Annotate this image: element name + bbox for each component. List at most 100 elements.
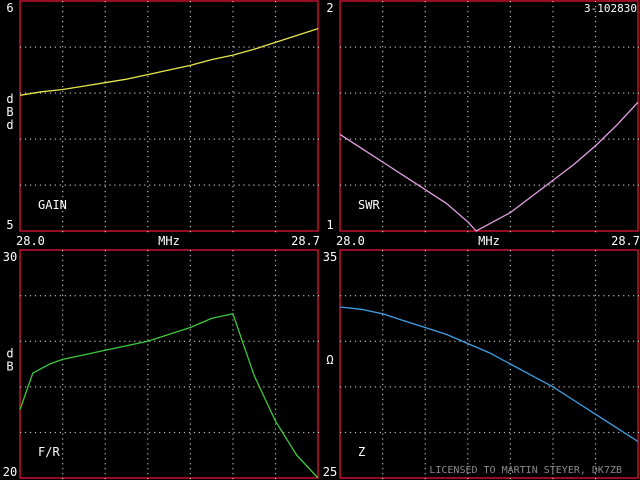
grid-dot (189, 259, 191, 262)
grid-dot (213, 431, 215, 434)
grid-dot (147, 269, 149, 272)
grid-dot (203, 295, 205, 297)
grid-dot (147, 433, 149, 435)
grid-dot (189, 1, 191, 3)
grid-dot (274, 21, 277, 23)
grid-dot (509, 448, 511, 450)
grid-dot (124, 431, 126, 434)
grid-dot (509, 201, 511, 203)
grid-dot (552, 151, 554, 153)
grid-dot (104, 309, 106, 311)
grid-dot (469, 184, 471, 186)
grid-dot (603, 92, 605, 94)
grid-dot (594, 408, 597, 410)
grid-dot (62, 364, 64, 366)
grid-dot (189, 423, 191, 425)
grid-dot (62, 428, 64, 430)
grid-dot (552, 433, 554, 435)
grid-dot (509, 56, 511, 58)
grid-dot (509, 11, 511, 13)
y-axis-unit-letter: B (6, 105, 13, 119)
grid-dot (552, 191, 554, 193)
grid-dot (104, 433, 106, 435)
grid-dot (144, 138, 146, 140)
grid-dot (459, 295, 461, 297)
grid-dot (119, 431, 121, 434)
grid-dot (69, 138, 71, 140)
grid-dot (159, 184, 161, 186)
grid-dot (503, 138, 506, 140)
grid-dot (288, 138, 290, 140)
grid-dot (558, 340, 560, 342)
grid-dot (308, 295, 310, 297)
grid-dot (144, 184, 146, 186)
grid-dot (104, 191, 106, 193)
grid-dot (243, 340, 245, 342)
grid-dot (594, 368, 597, 371)
grid-dot (434, 295, 436, 297)
grid-dot (318, 92, 320, 94)
grid-dot (382, 299, 384, 301)
grid-dot (509, 161, 511, 163)
grid-dot (419, 340, 421, 342)
grid-dot (104, 324, 106, 326)
grid-dot (578, 386, 580, 388)
grid-dot (74, 46, 76, 48)
grid-dot (274, 334, 277, 336)
grid-dot (274, 259, 277, 262)
grid-dot (147, 383, 149, 386)
grid-dot (623, 295, 625, 297)
grid-dot (404, 295, 406, 297)
grid-dot (274, 393, 277, 395)
grid-dot (34, 184, 37, 186)
grid-dot (538, 386, 540, 388)
grid-dot (104, 443, 106, 445)
grid-dot (344, 92, 347, 94)
grid-dot (509, 196, 511, 198)
grid-dot (62, 101, 64, 103)
grid-dot (467, 76, 469, 78)
grid-dot (233, 386, 235, 388)
grid-dot (638, 340, 640, 342)
grid-dot (359, 46, 362, 48)
grid-dot (313, 340, 315, 342)
grid-dot (382, 403, 384, 405)
grid-dot (119, 46, 121, 48)
grid-dot (344, 46, 347, 48)
grid-dot (283, 295, 285, 297)
grid-dot (467, 26, 469, 28)
grid-dot (189, 156, 191, 158)
grid-dot (552, 364, 554, 366)
grid-dot (154, 386, 156, 388)
grid-dot (509, 166, 511, 168)
grid-dot (424, 339, 426, 341)
grid-dot (552, 231, 554, 233)
grid-dot (203, 138, 205, 140)
grid-dot (594, 26, 597, 28)
grid-dot (134, 92, 136, 94)
grid-dot (208, 295, 210, 297)
grid-dot (552, 398, 554, 400)
grid-dot (154, 431, 156, 434)
grid-dot (99, 431, 101, 434)
grid-dot (232, 41, 234, 43)
grid-dot (424, 478, 426, 480)
grid-dot (509, 289, 511, 291)
grid-dot (109, 386, 111, 388)
grid-dot (232, 453, 234, 455)
y-axis-unit-letter: B (6, 360, 13, 374)
grid-dot (129, 138, 131, 140)
grid-dot (189, 171, 191, 173)
grid-dot (424, 106, 426, 108)
grid-dot (104, 121, 106, 123)
grid-dot (119, 138, 121, 140)
grid-dot (29, 386, 32, 388)
grid-dot (147, 201, 149, 203)
grid-dot (104, 393, 106, 395)
grid-dot (533, 340, 535, 342)
grid-dot (439, 295, 441, 297)
grid-dot (228, 386, 230, 388)
grid-dot (552, 378, 554, 381)
grid-dot (274, 413, 277, 415)
grid-dot (274, 226, 277, 228)
